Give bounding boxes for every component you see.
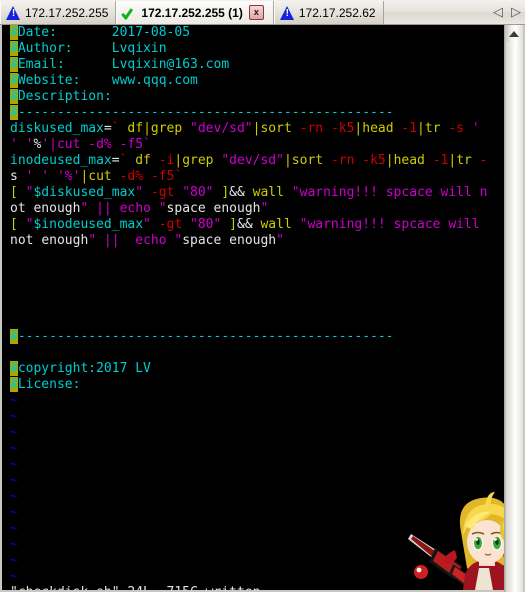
editor-code-line: s ' ' '%'|cut -d% -f5`	[10, 169, 183, 184]
editor-code-line: ot enough" || echo "space enough"	[10, 201, 269, 216]
editor-blank-line	[10, 313, 504, 329]
editor-comment-line: #---------------------------------------…	[10, 105, 394, 120]
editor-comment-line: #---------------------------------------…	[10, 329, 394, 344]
tab-scroll-right-icon[interactable]: ▷	[507, 0, 525, 24]
editor-blank-line	[10, 297, 504, 313]
tab-172-17-252-255-1[interactable]: 172.17.252.255 (1) x	[116, 1, 274, 24]
editor-empty-line-marker: ~	[10, 521, 18, 536]
scroll-up-arrow-icon[interactable]	[505, 25, 523, 42]
shell-status-line: "checkdisk.sh" 24L, 715C written	[10, 585, 504, 590]
editor-blank-line	[10, 345, 504, 361]
editor-empty-line-marker: ~	[10, 569, 18, 584]
green-check-icon	[122, 6, 137, 20]
editor-empty-line-marker: ~	[10, 553, 18, 568]
editor-empty-line-marker: ~	[10, 457, 18, 472]
editor-code-line: [ "$inodeused_max" -gt "80" ]&& wall "wa…	[10, 217, 488, 232]
tab-scroll-left-icon[interactable]: ◁	[489, 0, 507, 24]
editor-empty-line-marker: ~	[10, 537, 18, 552]
editor-blank-line	[10, 249, 504, 265]
editor-empty-line-marker: ~	[10, 505, 18, 520]
editor-comment-line: #Website: www.qqq.com	[10, 73, 198, 88]
editor-empty-line-marker: ~	[10, 473, 18, 488]
editor-comment-line: #Description:	[10, 89, 112, 104]
tab-bar-spacer	[384, 0, 489, 24]
tab-label: 172.17.252.255	[25, 5, 109, 20]
scrollbar-track[interactable]	[506, 42, 523, 592]
vertical-scrollbar[interactable]	[504, 25, 525, 592]
editor-code-line: inodeused_max=` df -i|grep "dev/sd"|sort…	[10, 153, 488, 168]
editor-empty-line-marker: ~	[10, 409, 18, 424]
tab-172-17-252-255[interactable]: ! 172.17.252.255	[0, 1, 117, 24]
close-icon[interactable]: x	[248, 5, 264, 20]
tab-label: 172.17.252.62	[298, 5, 376, 20]
tab-172-17-252-62[interactable]: ! 172.17.252.62	[273, 1, 384, 24]
editor-empty-line-marker: ~	[10, 489, 18, 504]
warning-triangle-icon: !	[6, 5, 21, 20]
editor-code-line: [ "$diskused_max" -gt "80" ]&& wall "war…	[10, 185, 488, 200]
editor-empty-line-marker: ~	[10, 393, 18, 408]
terminal-text-area: #Date: 2017-08-05 #Author: Lvqixin #Email:…	[10, 25, 504, 590]
editor-code-line: not enough" || echo "space enough"	[10, 233, 284, 248]
warning-triangle-icon: !	[279, 5, 295, 20]
tab-bar: ! 172.17.252.255 172.17.252.255 (1) x ! …	[0, 0, 525, 25]
editor-code-line: ' '%'|cut -d% -f5`	[10, 137, 151, 152]
editor-comment-line: #copyright:2017 LV	[10, 361, 151, 376]
editor-comment-line: #License:	[10, 377, 81, 392]
editor-comment-line: #Author: Lvqixin	[10, 41, 167, 56]
editor-comment-line: #Email: Lvqixin@163.com	[10, 57, 230, 72]
editor-blank-line	[10, 281, 504, 297]
terminal-screen[interactable]: #Date: 2017-08-05 #Author: Lvqixin #Email:…	[0, 25, 525, 592]
editor-blank-line	[10, 265, 504, 281]
editor-comment-line: #Date: 2017-08-05	[10, 25, 191, 40]
tab-label: 172.17.252.255 (1)	[141, 5, 243, 20]
editor-code-line: diskused_max=` df|grep "dev/sd"|sort -rn…	[10, 121, 488, 136]
editor-empty-line-marker: ~	[10, 441, 18, 456]
editor-empty-line-marker: ~	[10, 425, 18, 440]
